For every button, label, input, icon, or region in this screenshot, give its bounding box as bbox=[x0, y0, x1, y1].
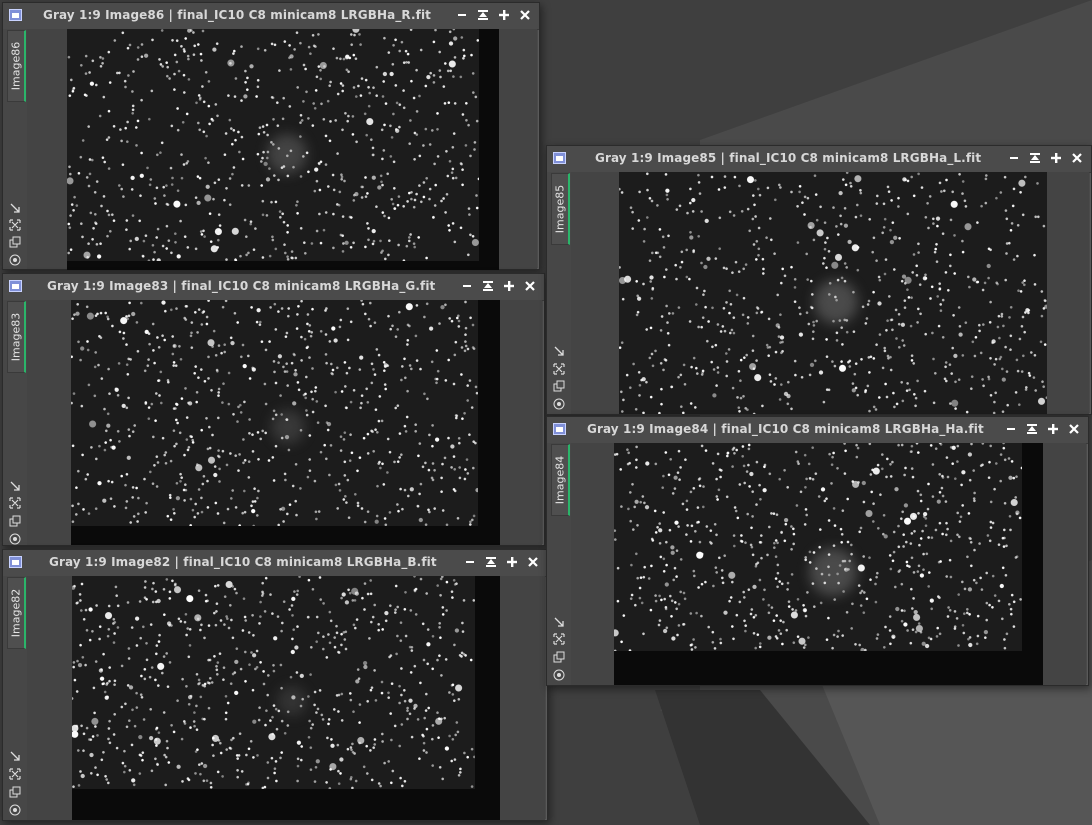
clone-icon[interactable] bbox=[9, 783, 21, 798]
window-icon[interactable] bbox=[553, 423, 566, 435]
view-tab-label: Image82 bbox=[9, 588, 23, 638]
fit-view-icon[interactable] bbox=[553, 360, 565, 375]
shade-icon[interactable] bbox=[475, 7, 491, 23]
view-tab-label: Image84 bbox=[553, 455, 567, 505]
window-title: Gray 1:9 Image84 | final_IC10 C8 minicam… bbox=[587, 422, 984, 436]
window-controls bbox=[454, 7, 533, 23]
star-field-image[interactable] bbox=[67, 29, 499, 270]
shade-icon[interactable] bbox=[1024, 421, 1040, 437]
shade-icon[interactable] bbox=[483, 554, 499, 570]
close-icon[interactable] bbox=[1069, 150, 1085, 166]
image-pixels bbox=[614, 443, 1022, 651]
fit-view-icon[interactable] bbox=[9, 216, 21, 231]
view-tab[interactable]: Image86 bbox=[7, 30, 26, 102]
window-controls bbox=[1006, 150, 1085, 166]
identify-icon[interactable] bbox=[9, 530, 21, 545]
image-pixels bbox=[67, 29, 479, 261]
window-title: Gray 1:9 Image82 | final_IC10 C8 minicam… bbox=[49, 555, 437, 569]
title-bar[interactable]: Gray 1:9 Image86 | final_IC10 C8 minicam… bbox=[3, 3, 539, 30]
identify-icon[interactable] bbox=[553, 666, 565, 681]
image-pixels bbox=[619, 172, 1047, 414]
image-window-image83[interactable]: Gray 1:9 Image83 | final_IC10 C8 minicam… bbox=[2, 273, 545, 546]
minimize-icon[interactable] bbox=[1006, 150, 1022, 166]
maximize-icon[interactable] bbox=[1048, 150, 1064, 166]
shade-icon[interactable] bbox=[1027, 150, 1043, 166]
view-tab[interactable]: Image85 bbox=[551, 173, 570, 245]
image-pixels bbox=[72, 576, 475, 789]
view-tab-label: Image83 bbox=[9, 312, 23, 362]
image-window-image85[interactable]: Gray 1:9 Image85 | final_IC10 C8 minicam… bbox=[546, 145, 1092, 415]
minimize-icon[interactable] bbox=[1003, 421, 1019, 437]
clone-icon[interactable] bbox=[9, 512, 21, 527]
minimize-icon[interactable] bbox=[462, 554, 478, 570]
fit-view-icon[interactable] bbox=[9, 494, 21, 509]
zoom-to-fit-icon[interactable] bbox=[9, 747, 21, 761]
star-field-image[interactable] bbox=[71, 300, 500, 545]
zoom-to-fit-icon[interactable] bbox=[9, 199, 21, 213]
identify-icon[interactable] bbox=[9, 801, 21, 816]
maximize-icon[interactable] bbox=[504, 554, 520, 570]
fit-view-icon[interactable] bbox=[9, 765, 21, 780]
view-tab[interactable]: Image82 bbox=[7, 577, 26, 649]
view-tab-label: Image85 bbox=[553, 184, 567, 234]
window-controls bbox=[462, 554, 541, 570]
window-title: Gray 1:9 Image86 | final_IC10 C8 minicam… bbox=[43, 8, 432, 22]
window-icon[interactable] bbox=[9, 556, 22, 568]
star-field-image[interactable] bbox=[614, 443, 1043, 685]
maximize-icon[interactable] bbox=[501, 278, 517, 294]
zoom-to-fit-icon[interactable] bbox=[553, 342, 565, 356]
zoom-to-fit-icon[interactable] bbox=[9, 477, 21, 491]
close-icon[interactable] bbox=[517, 7, 533, 23]
clone-icon[interactable] bbox=[9, 233, 21, 248]
title-bar[interactable]: Gray 1:9 Image84 | final_IC10 C8 minicam… bbox=[547, 417, 1088, 444]
identify-icon[interactable] bbox=[553, 395, 565, 410]
close-icon[interactable] bbox=[1066, 421, 1082, 437]
zoom-to-fit-icon[interactable] bbox=[553, 613, 565, 627]
identify-icon[interactable] bbox=[9, 251, 21, 266]
window-title: Gray 1:9 Image83 | final_IC10 C8 minicam… bbox=[47, 279, 436, 293]
close-icon[interactable] bbox=[525, 554, 541, 570]
view-tab[interactable]: Image83 bbox=[7, 301, 26, 373]
image-window-image84[interactable]: Gray 1:9 Image84 | final_IC10 C8 minicam… bbox=[546, 416, 1089, 686]
view-tab-label: Image86 bbox=[9, 41, 23, 91]
title-bar[interactable]: Gray 1:9 Image85 | final_IC10 C8 minicam… bbox=[547, 146, 1091, 173]
minimize-icon[interactable] bbox=[454, 7, 470, 23]
fit-view-icon[interactable] bbox=[553, 630, 565, 645]
window-controls bbox=[459, 278, 538, 294]
maximize-icon[interactable] bbox=[496, 7, 512, 23]
window-icon[interactable] bbox=[9, 9, 22, 21]
maximize-icon[interactable] bbox=[1045, 421, 1061, 437]
view-tab[interactable]: Image84 bbox=[551, 444, 570, 516]
window-icon[interactable] bbox=[553, 152, 566, 164]
clone-icon[interactable] bbox=[553, 377, 565, 392]
star-field-image[interactable] bbox=[619, 172, 1047, 414]
clone-icon[interactable] bbox=[553, 648, 565, 663]
image-window-image82[interactable]: Gray 1:9 Image82 | final_IC10 C8 minicam… bbox=[2, 549, 548, 821]
image-pixels bbox=[71, 300, 478, 526]
star-field-image[interactable] bbox=[72, 576, 500, 820]
window-title: Gray 1:9 Image85 | final_IC10 C8 minicam… bbox=[595, 151, 982, 165]
title-bar[interactable]: Gray 1:9 Image82 | final_IC10 C8 minicam… bbox=[3, 550, 547, 577]
minimize-icon[interactable] bbox=[459, 278, 475, 294]
window-controls bbox=[1003, 421, 1082, 437]
title-bar[interactable]: Gray 1:9 Image83 | final_IC10 C8 minicam… bbox=[3, 274, 544, 301]
shade-icon[interactable] bbox=[480, 278, 496, 294]
image-window-image86[interactable]: Gray 1:9 Image86 | final_IC10 C8 minicam… bbox=[2, 2, 540, 270]
window-icon[interactable] bbox=[9, 280, 22, 292]
close-icon[interactable] bbox=[522, 278, 538, 294]
